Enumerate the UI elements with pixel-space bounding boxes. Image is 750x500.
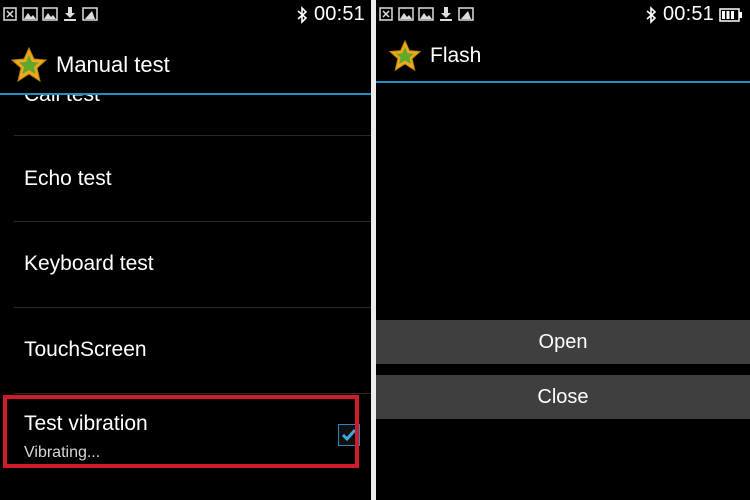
- manual-test-screen: 00:51 Manual test Call test Echo test Ke…: [0, 0, 371, 500]
- action-bar: Flash: [376, 36, 750, 76]
- status-time: 00:51: [662, 3, 714, 25]
- status-bar: 00:51: [376, 0, 750, 30]
- list-item-label: Test vibration: [24, 412, 148, 435]
- download-icon: [62, 6, 78, 22]
- vibration-checkbox[interactable]: [338, 424, 360, 446]
- status-bar: 00:51: [0, 0, 371, 30]
- bluetooth-icon: [643, 5, 659, 24]
- list-item-touchscreen[interactable]: TouchScreen: [0, 308, 371, 393]
- action-bar: Manual test: [0, 44, 371, 86]
- list-item-call-test[interactable]: Call test: [0, 95, 371, 135]
- flash-screen: 00:51 Flash Open Close: [376, 0, 750, 500]
- list-item-keyboard-test[interactable]: Keyboard test: [0, 222, 371, 307]
- image-icon: [82, 6, 98, 22]
- list-item-echo-test[interactable]: Echo test: [0, 136, 371, 221]
- list-item-label: Call test: [24, 95, 100, 107]
- notification-x-icon: [378, 6, 394, 22]
- image-icon: [418, 6, 434, 22]
- download-icon: [438, 6, 454, 22]
- close-button[interactable]: Close: [376, 375, 750, 419]
- list-item-subtitle: Vibrating...: [24, 444, 101, 461]
- title-underline: [376, 81, 750, 83]
- image-icon: [458, 6, 474, 22]
- open-button[interactable]: Open: [376, 320, 750, 364]
- star-app-icon: [10, 46, 48, 84]
- checkmark-icon: [341, 429, 357, 442]
- screen-title: Flash: [430, 44, 482, 67]
- list-item-label: Keyboard test: [24, 252, 154, 275]
- image-icon: [42, 6, 58, 22]
- list-item-test-vibration[interactable]: Test vibration Vibrating...: [0, 394, 371, 474]
- image-icon: [22, 6, 38, 22]
- notification-x-icon: [2, 6, 18, 22]
- screen-title: Manual test: [56, 52, 170, 77]
- star-app-icon: [388, 39, 422, 73]
- status-time: 00:51: [313, 3, 365, 25]
- bluetooth-icon: [294, 5, 310, 24]
- battery-icon: [718, 7, 744, 23]
- list-item-label: Echo test: [24, 167, 112, 190]
- list-item-label: TouchScreen: [24, 338, 147, 361]
- image-icon: [398, 6, 414, 22]
